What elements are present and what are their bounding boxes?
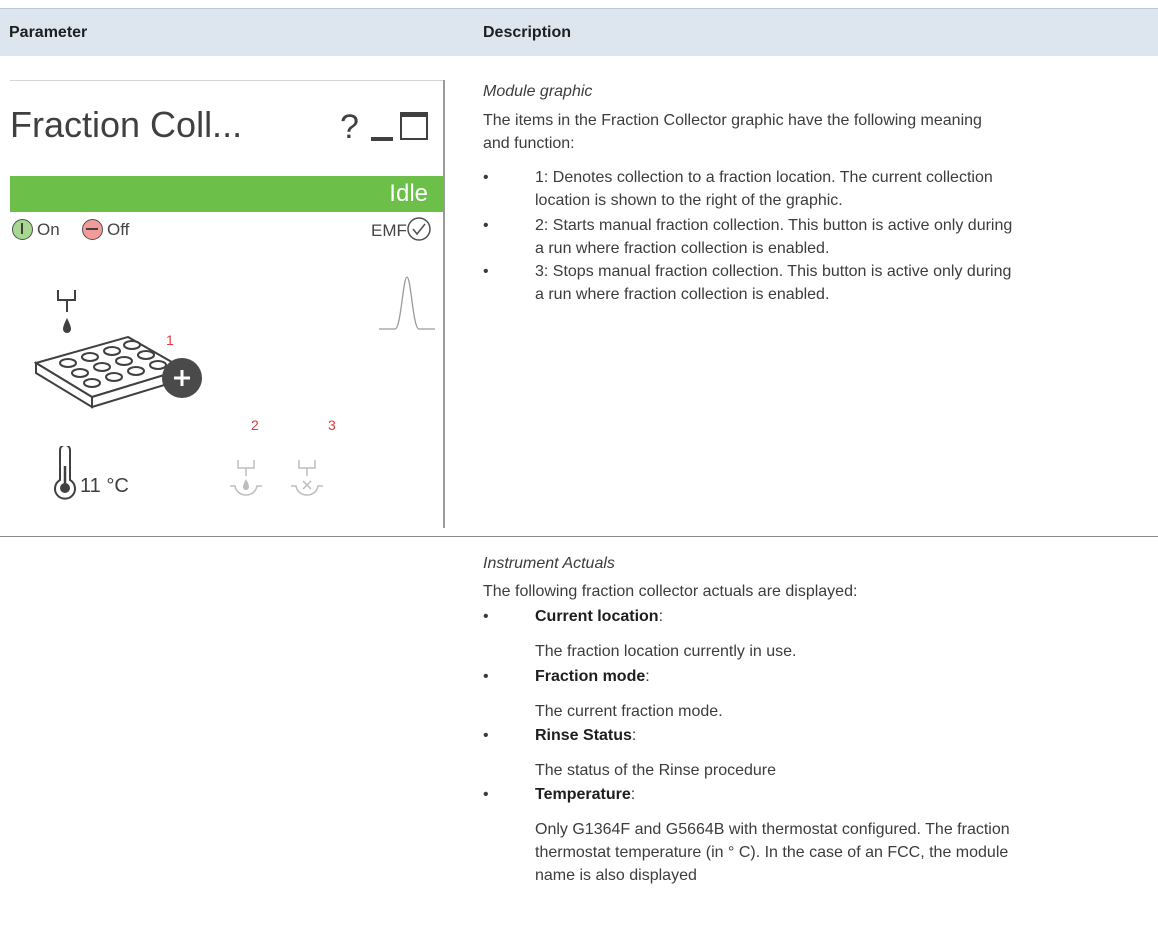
- panel-right-border: [443, 80, 445, 528]
- term-description: The status of the Rinse procedure: [535, 762, 777, 779]
- term-current-location: Current location: [535, 608, 659, 625]
- bullet-icon: •: [483, 727, 489, 744]
- actuals-heading: Instrument Actuals: [483, 555, 615, 572]
- module-panel: Fraction Coll... ? Idle On Off EMF 1 2 3…: [0, 80, 448, 528]
- graphic-intro-line2: and function:: [483, 135, 575, 152]
- bullet-icon: •: [483, 263, 489, 280]
- fraction-needle-icon: [57, 290, 76, 333]
- list-item-continuation: a run where fraction collection is enabl…: [535, 240, 830, 257]
- status-text: Idle: [389, 180, 428, 207]
- module-title: Fraction Coll...: [10, 104, 243, 145]
- minimize-icon[interactable]: [371, 137, 393, 141]
- off-button[interactable]: Off: [107, 220, 129, 240]
- term-description: name is also displayed: [535, 867, 697, 884]
- bullet-icon: •: [483, 217, 489, 234]
- term-description: The current fraction mode.: [535, 703, 723, 720]
- emf-check-icon[interactable]: [406, 216, 432, 242]
- term-description: thermostat temperature (in ° C). In the …: [535, 844, 1009, 861]
- stop-collection-icon[interactable]: [289, 458, 325, 502]
- callout-2: 2: [251, 417, 259, 433]
- bullet-icon: •: [483, 608, 489, 625]
- bullet-icon: •: [483, 786, 489, 803]
- on-icon[interactable]: [12, 219, 33, 240]
- fraction-plate-icon: [34, 335, 202, 409]
- off-icon[interactable]: [82, 219, 103, 240]
- term-temperature: Temperature: [535, 786, 631, 803]
- actuals-intro: The following fraction collector actuals…: [483, 583, 858, 600]
- help-icon[interactable]: ?: [340, 110, 359, 144]
- table-header: Parameter Description: [0, 8, 1158, 56]
- status-bar: Idle: [10, 176, 444, 212]
- term-description: The fraction location currently in use.: [535, 643, 797, 660]
- thermometer-icon: [54, 446, 76, 500]
- emf-label[interactable]: EMF: [371, 221, 407, 241]
- list-item-continuation: a run where fraction collection is enabl…: [535, 286, 830, 303]
- row-divider: [0, 536, 1158, 537]
- header-parameter: Parameter: [9, 24, 88, 41]
- on-button[interactable]: On: [37, 220, 60, 240]
- panel-top-border: [10, 80, 444, 81]
- term-description: Only G1364F and G5664B with thermostat c…: [535, 821, 1010, 838]
- bullet-icon: •: [483, 668, 489, 685]
- temperature-value: 11 °C: [80, 475, 129, 497]
- term-fraction-mode: Fraction mode: [535, 668, 646, 685]
- callout-3: 3: [328, 417, 336, 433]
- maximize-icon[interactable]: [400, 112, 428, 140]
- bullet-icon: •: [483, 169, 489, 186]
- start-collection-icon[interactable]: [228, 458, 264, 502]
- header-description: Description: [483, 24, 572, 41]
- module-graphic-heading: Module graphic: [483, 83, 593, 100]
- peak-icon: [379, 276, 435, 330]
- term-rinse-status: Rinse Status: [535, 727, 632, 744]
- graphic-intro-line1: The items in the Fraction Collector grap…: [483, 112, 982, 129]
- list-item-continuation: location is shown to the right of the gr…: [535, 192, 843, 209]
